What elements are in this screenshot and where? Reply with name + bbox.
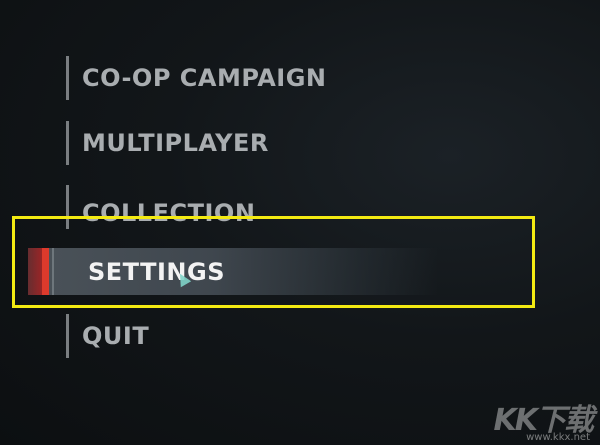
watermark: KK下载 www.kkx.net bbox=[492, 395, 594, 443]
menu-item-label: CO-OP CAMPAIGN bbox=[82, 64, 327, 92]
menu-item-marker bbox=[66, 56, 69, 100]
selection-accent-bar bbox=[42, 248, 49, 295]
menu-item-label: COLLECTION bbox=[82, 199, 256, 224]
menu-item-marker bbox=[66, 185, 69, 229]
menu-item-marker bbox=[66, 121, 69, 165]
menu-item-coop-campaign[interactable]: CO-OP CAMPAIGN bbox=[66, 56, 426, 100]
menu-item-settings[interactable]: SETTINGS bbox=[28, 248, 438, 295]
menu-item-label: MULTIPLAYER bbox=[82, 129, 269, 157]
menu-item-marker bbox=[66, 314, 69, 358]
menu-item-collection[interactable]: COLLECTION bbox=[66, 185, 426, 229]
menu-item-label: QUIT bbox=[82, 322, 150, 350]
menu-item-multiplayer[interactable]: MULTIPLAYER bbox=[66, 121, 426, 165]
menu-item-label: SETTINGS bbox=[88, 257, 225, 286]
menu-item-quit[interactable]: QUIT bbox=[66, 314, 426, 358]
menu-item-marker bbox=[52, 248, 54, 295]
watermark-url: www.kkx.net bbox=[526, 432, 590, 443]
